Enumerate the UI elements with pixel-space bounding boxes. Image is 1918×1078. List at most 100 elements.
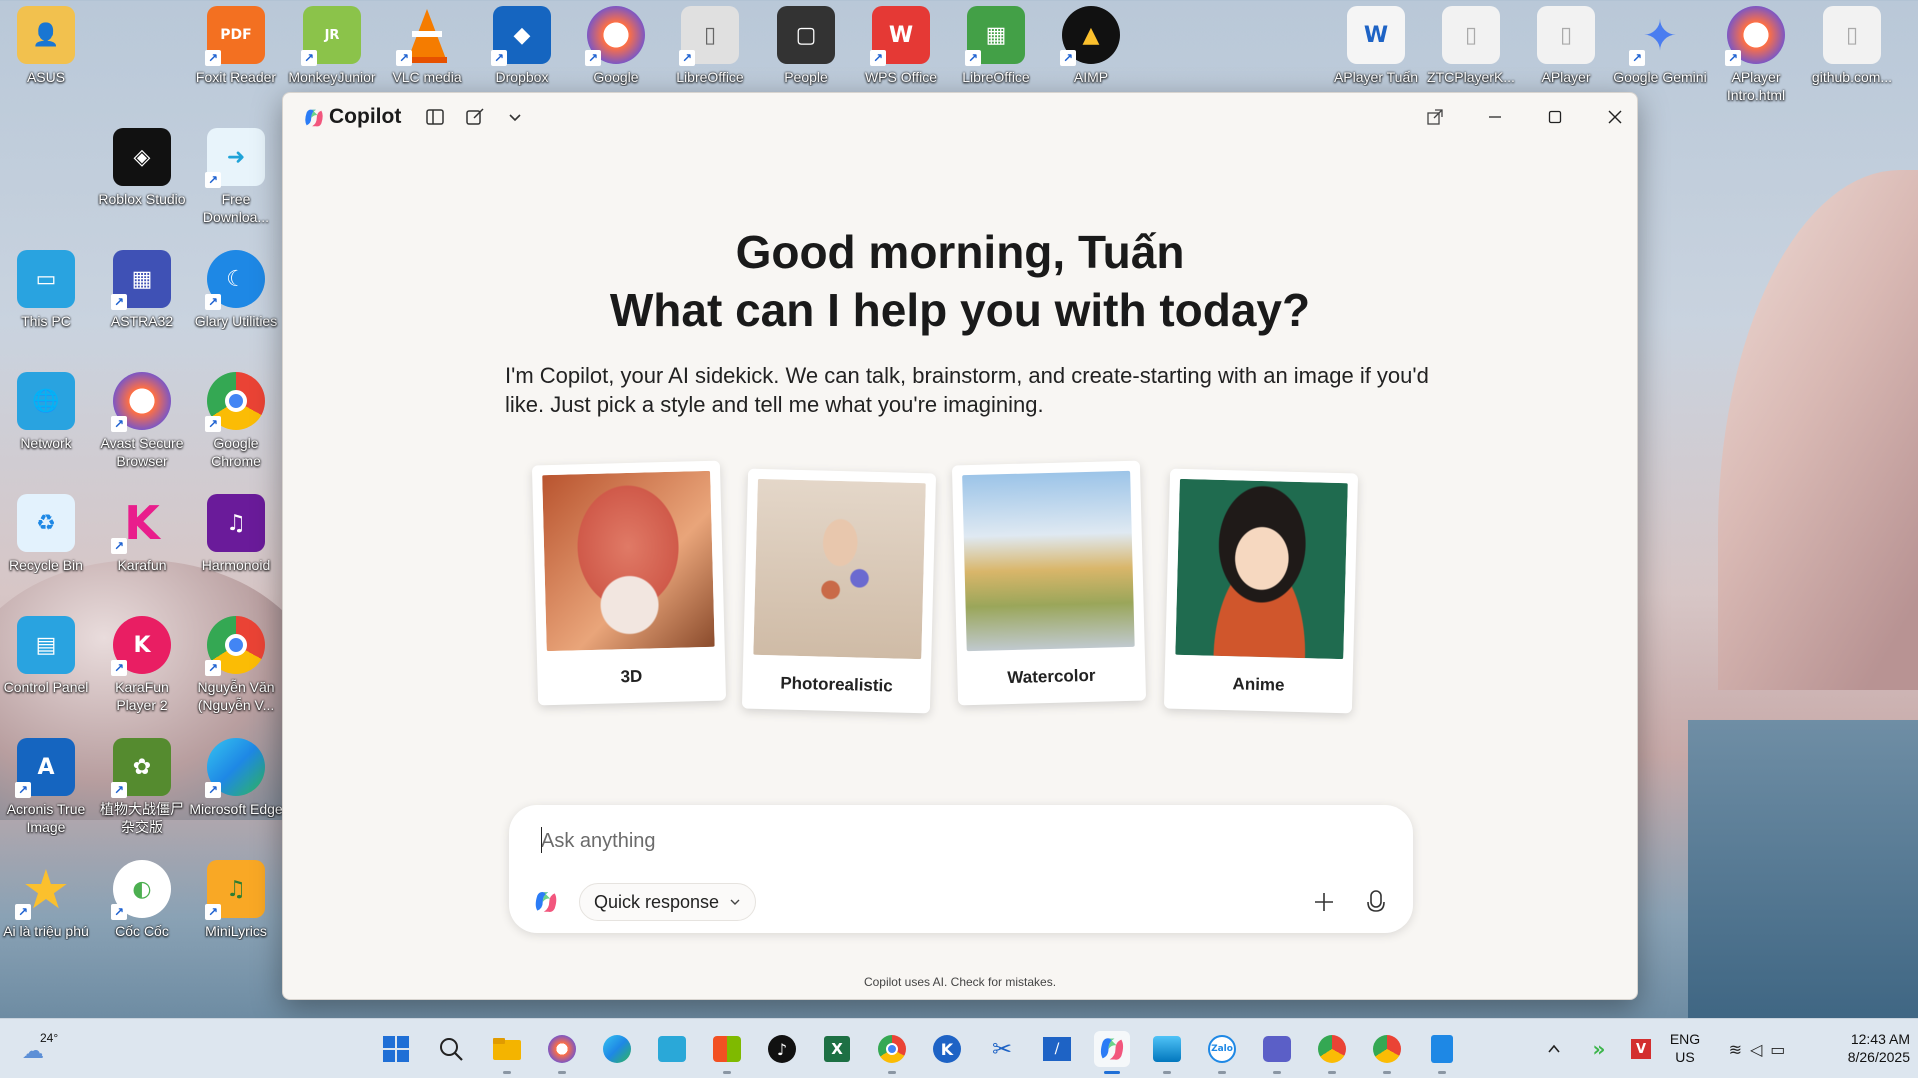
desktop-icon-karafun-player-2[interactable]: K ↗ KaraFun Player 2 bbox=[96, 616, 188, 716]
karafun-player-icon: K ↗ bbox=[111, 616, 171, 676]
taskbar-zalo[interactable]: Zalo bbox=[1204, 1031, 1240, 1074]
style-card-label: Watercolor bbox=[1007, 665, 1096, 688]
style-card-label: Anime bbox=[1232, 674, 1285, 695]
minimize-button[interactable] bbox=[1473, 101, 1517, 133]
taskbar-chrome[interactable] bbox=[874, 1031, 910, 1074]
taskbar-photos[interactable] bbox=[1149, 1031, 1185, 1074]
desktop-icon-chrome-profile[interactable]: ↗ Nguyễn Văn (Nguyễn V... bbox=[190, 616, 282, 716]
new-chat-button[interactable] bbox=[461, 103, 489, 131]
avast-browser-icon: ↗ bbox=[111, 372, 171, 432]
close-button[interactable] bbox=[1593, 101, 1637, 133]
desktop-icon-ztcplayer[interactable]: ▯ ZTCPlayerK... bbox=[1425, 6, 1517, 106]
taskbar-notepad[interactable] bbox=[1424, 1031, 1460, 1074]
chevron-down-icon bbox=[509, 114, 521, 122]
tray-app-green[interactable]: » bbox=[1586, 1031, 1612, 1067]
taskbar-chrome-profile-2[interactable] bbox=[1369, 1031, 1405, 1074]
desktop-icon-google[interactable]: ↗ Google bbox=[570, 6, 662, 106]
hand-flowers-image bbox=[753, 478, 926, 660]
running-indicator bbox=[1104, 1071, 1120, 1074]
desktop-icon-google-gemini[interactable]: ✦ ↗ Google Gemini bbox=[1613, 6, 1706, 106]
desktop-icon-ai-la-trieu-phu[interactable]: ★ ↗ Ai là triệu phú bbox=[0, 858, 92, 960]
language-indicator[interactable]: ENG US bbox=[1666, 1031, 1704, 1067]
desktop-icon-aimp[interactable]: ▲ ↗ AIMP bbox=[1045, 6, 1137, 106]
response-mode-dropdown[interactable]: Quick response bbox=[579, 883, 757, 921]
chevron-up-icon bbox=[1548, 1044, 1560, 1053]
desktop-icon-libreoffice[interactable]: ▯ ↗ LibreOffice bbox=[664, 6, 756, 106]
taskbar-excel[interactable]: X bbox=[819, 1031, 855, 1067]
desktop-icon-vlc[interactable]: ↗ VLC media bbox=[381, 6, 473, 106]
people-icon: ▢ bbox=[777, 6, 835, 64]
desktop-icon-glary-utilities[interactable]: ☾ ↗ Glary Utilities bbox=[190, 250, 282, 350]
wps-icon: W ↗ bbox=[870, 6, 930, 66]
desktop-icon-avast-secure-browser[interactable]: ↗ Avast Secure Browser bbox=[96, 372, 188, 472]
sidebar-toggle-button[interactable] bbox=[421, 103, 449, 131]
desktop-icon-github[interactable]: ▯ github.com... bbox=[1806, 6, 1898, 106]
desktop-icon-this-pc[interactable]: ▭ This PC bbox=[0, 250, 92, 350]
desktop-icon-aplayer[interactable]: ▯ APlayer bbox=[1520, 6, 1612, 106]
desktop-icon-control-panel[interactable]: ▤ Control Panel bbox=[0, 616, 92, 716]
style-card-photorealistic[interactable]: Photorealistic bbox=[741, 468, 937, 714]
taskbar-file-explorer[interactable] bbox=[489, 1031, 525, 1074]
more-options-button[interactable] bbox=[501, 103, 529, 131]
desktop-icon-minilyrics[interactable]: ♫ ↗ MiniLyrics bbox=[190, 860, 282, 960]
quick-settings-button[interactable]: ≋◁▭ bbox=[1722, 1031, 1800, 1067]
desktop-icon-free-download[interactable]: ➜ ↗ Free Downloa... bbox=[190, 128, 282, 228]
style-card-3d[interactable]: 3D bbox=[531, 460, 727, 706]
mushroom-image bbox=[542, 470, 715, 652]
style-card-watercolor[interactable]: Watercolor bbox=[951, 460, 1147, 706]
desktop-icon-harmonoid[interactable]: ♫ Harmonoid bbox=[190, 494, 282, 594]
desktop-icon-network[interactable]: 🌐 Network bbox=[0, 372, 92, 472]
file-icon: ▯ bbox=[1537, 6, 1595, 64]
desktop-icon-aplayer-tuan[interactable]: W APlayer Tuấn bbox=[1330, 6, 1422, 106]
taskbar-edge[interactable] bbox=[599, 1031, 635, 1067]
voice-input-button[interactable] bbox=[1359, 885, 1393, 919]
taskbar-start-button[interactable] bbox=[378, 1031, 414, 1067]
desktop-icon-roblox-studio[interactable]: ◈ Roblox Studio bbox=[96, 128, 188, 228]
pdf-icon: PDF ↗ bbox=[205, 6, 265, 66]
maximize-button[interactable] bbox=[1533, 101, 1577, 133]
desktop-icon-karafun[interactable]: K ↗ Karafun bbox=[96, 494, 188, 594]
desktop-icon-aplayer-intro[interactable]: ↗ APlayer Intro.html bbox=[1710, 6, 1802, 106]
tray-app-v[interactable]: V bbox=[1628, 1031, 1654, 1067]
weather-widget[interactable]: ☁ 24° bbox=[22, 1031, 62, 1067]
taskbar-teams[interactable] bbox=[1259, 1031, 1295, 1074]
desktop-icon-pvz[interactable]: ✿ ↗ 植物大战僵尸杂交版 bbox=[96, 738, 188, 838]
style-card-anime[interactable]: Anime bbox=[1163, 468, 1359, 714]
clock[interactable]: 12:43 AM 8/26/2025 bbox=[1810, 1031, 1910, 1067]
desktop-icon-people[interactable]: ▢ People bbox=[760, 6, 852, 106]
taskbar-tiktok[interactable]: ♪ bbox=[764, 1031, 800, 1067]
desktop-icon-asus[interactable]: 👤 ASUS bbox=[0, 6, 92, 106]
add-attachment-button[interactable] bbox=[1307, 885, 1341, 919]
taskbar-security[interactable] bbox=[654, 1031, 690, 1067]
taskbar-avast-browser[interactable] bbox=[544, 1031, 580, 1074]
desktop-icon-foxit-reader[interactable]: PDF ↗ Foxit Reader bbox=[190, 6, 282, 106]
wallpaper-water bbox=[1688, 720, 1918, 1020]
taskbar-pen-app[interactable]: / bbox=[1039, 1031, 1075, 1067]
desktop-icon-dropbox[interactable]: ◆ ↗ Dropbox bbox=[476, 6, 568, 106]
taskbar-snipping-tool[interactable]: ✂ bbox=[984, 1031, 1020, 1067]
desktop-icon-google-chrome[interactable]: ↗ Google Chrome bbox=[190, 372, 282, 472]
show-hidden-icons-button[interactable] bbox=[1542, 1031, 1566, 1067]
desktop-icon-monkeyjunior[interactable]: JR ↗ MonkeyJunior bbox=[286, 6, 378, 106]
copilot-logo-icon bbox=[535, 892, 557, 912]
taskbar-k-app[interactable]: K bbox=[929, 1031, 965, 1067]
desktop-icon-libreoffice-calc[interactable]: ▦ ↗ LibreOffice bbox=[950, 6, 1042, 106]
running-indicator bbox=[558, 1071, 566, 1074]
desktop-icon-microsoft-edge[interactable]: ↗ Microsoft Edge bbox=[189, 738, 283, 838]
glary-icon: ☾ ↗ bbox=[205, 250, 265, 310]
taskbar-search-button[interactable] bbox=[433, 1031, 469, 1067]
ask-anything-input[interactable] bbox=[541, 825, 1361, 857]
running-indicator bbox=[1438, 1071, 1446, 1074]
desktop-icon-coc-coc[interactable]: ◐ ↗ Cốc Cốc bbox=[96, 860, 188, 960]
taskbar-chrome-profile[interactable] bbox=[1314, 1031, 1350, 1074]
desktop-icon-recycle-bin[interactable]: ♻ Recycle Bin bbox=[0, 494, 92, 594]
desktop-icon-acronis[interactable]: A ↗ Acronis True Image bbox=[0, 738, 92, 838]
desktop-icon-astra32[interactable]: ▦ ↗ ASTRA32 bbox=[96, 250, 188, 350]
message-composer: Quick response bbox=[509, 805, 1413, 933]
popout-button[interactable] bbox=[1413, 101, 1457, 133]
desktop-icon-wps-office[interactable]: W ↗ WPS Office bbox=[855, 6, 947, 106]
taskbar-store[interactable] bbox=[709, 1031, 745, 1074]
search-icon bbox=[440, 1038, 463, 1061]
taskbar-copilot[interactable] bbox=[1094, 1031, 1130, 1074]
running-indicator bbox=[1273, 1071, 1281, 1074]
